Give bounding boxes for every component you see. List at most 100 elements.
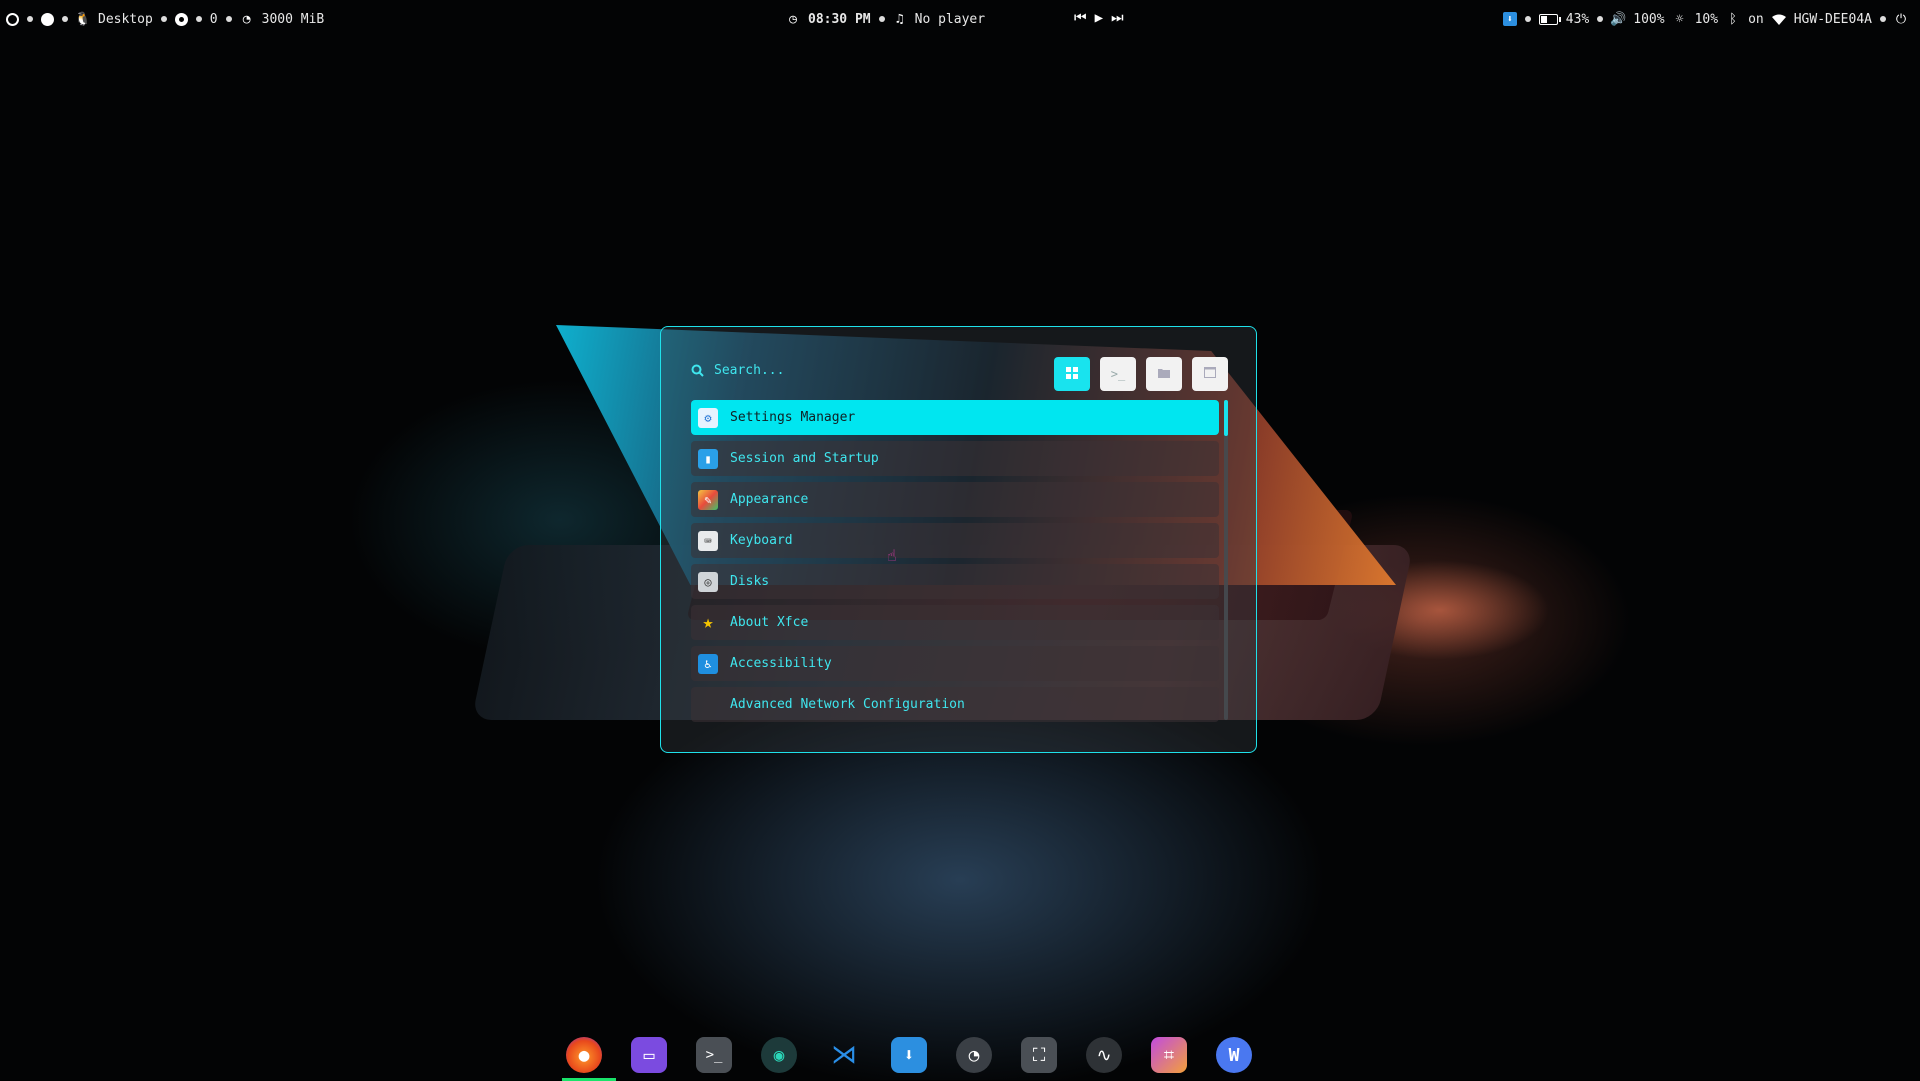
power-icon[interactable]: ⏻ [1894,12,1908,27]
battery-level: 43% [1565,11,1590,27]
list-item-accessibility[interactable]: ♿ Accessibility [691,646,1219,681]
grid-icon [1066,366,1078,382]
appearance-icon: ✎ [698,489,718,510]
dock-crop[interactable]: ⌗ [1145,1031,1193,1079]
separator-dot [27,16,33,22]
list-item-keyboard[interactable]: ⌨ Keyboard [691,523,1219,558]
list-item-appearance[interactable]: ✎ Appearance [691,482,1219,517]
accessibility-icon: ♿ [698,653,718,674]
star-icon: ★ [702,612,714,633]
record-icon: ◉ [761,1037,797,1073]
dock-firefox[interactable]: ● [560,1031,616,1081]
mode-switcher: >_ [1054,357,1228,391]
menu-icon[interactable] [6,12,19,26]
download-icon: ⬇ [891,1037,927,1073]
windows-mode-button[interactable] [1192,357,1228,391]
next-track-icon[interactable]: ⏭ [1111,10,1124,26]
list-item-label: Disks [730,574,770,589]
keyboard-icon: ⌨ [698,530,718,551]
dock-wps[interactable]: W [1210,1031,1258,1079]
dock: ● ▭ >_ ◉ ⋊ ⬇ ◔ ⛶ ∿ ⌗ W [560,1030,1258,1081]
screenshot-icon: ⛶ [1021,1037,1057,1073]
dock-vscode[interactable]: ⋊ [820,1031,868,1079]
waveform-icon: ∿ [1086,1037,1122,1073]
top-panel-center: ◷ 08:30 PM ♫ No player [786,10,985,28]
window-count: 0 [209,11,218,27]
volume-icon[interactable]: 🔊 [1610,12,1626,27]
list-item-label: About Xfce [730,615,809,630]
list-item-advanced-network[interactable]: Advanced Network Configuration [691,687,1219,722]
linux-icon: 🐧 [74,11,92,27]
files-mode-button[interactable] [1146,357,1182,391]
list-item-label: Advanced Network Configuration [730,697,965,712]
memory-icon: ◔ [242,11,251,27]
terminal-mode-button[interactable]: >_ [1100,357,1136,391]
firefox-icon: ● [566,1037,602,1073]
previous-track-icon[interactable]: ⏮ [1074,10,1087,26]
dock-audacity[interactable]: ∿ [1080,1031,1128,1079]
brightness-icon: ☼ [1675,11,1684,27]
mouse-pointer-icon: ☝ [887,546,897,565]
separator-dot [878,16,885,22]
separator-dot [160,16,167,22]
window-icon [174,12,188,26]
memory-usage: 3000 MiB [261,11,325,27]
network-name[interactable]: HGW-DEE04A [1794,12,1872,27]
session-icon: ▮ [698,448,718,469]
dock-files[interactable]: ▭ [625,1031,673,1079]
dock-screenshot[interactable]: ⛶ [1015,1031,1063,1079]
vscode-icon: ⋊ [831,1040,857,1070]
blank-icon [698,695,718,715]
top-panel-right: ⬇ 43% 🔊 100% ☼ 10% ᛒ on HGW-DEE04A ⏻ [1502,10,1908,28]
list-item-label: Keyboard [730,533,793,548]
terminal-icon: >_ [696,1037,732,1073]
battery-icon [1538,13,1561,25]
list-item-disks[interactable]: ◎ Disks [691,564,1219,599]
list-item-about-xfce[interactable]: ★ About Xfce [691,605,1219,640]
separator-dot [1524,16,1531,22]
list-scrollbar[interactable] [1224,400,1228,720]
app-list: ⚙ Settings Manager ▮ Session and Startup… [691,400,1219,728]
list-item-label: Settings Manager [730,410,856,425]
terminal-icon: >_ [1110,367,1126,381]
timer-icon: ◔ [956,1037,992,1073]
clock[interactable]: 08:30 PM [808,12,871,27]
separator-dot [225,16,232,22]
wifi-icon [1771,14,1786,25]
search-input[interactable] [712,362,966,379]
window-icon [1204,367,1216,381]
list-item-label: Appearance [730,492,809,507]
brightness-level[interactable]: 10% [1695,12,1718,27]
player-status: No player [914,11,986,27]
media-controls: ⏮ ▶ ⏭ [1074,10,1124,26]
separator-dot [1597,16,1604,22]
dock-timer[interactable]: ◔ [950,1031,998,1079]
disks-icon: ◎ [698,571,718,592]
workspace-label: Desktop [98,11,153,27]
music-icon: ♫ [895,11,904,27]
list-item-session-startup[interactable]: ▮ Session and Startup [691,441,1219,476]
list-item-label: Session and Startup [730,451,879,466]
clock-icon: ◷ [789,11,797,27]
list-item-settings-manager[interactable]: ⚙ Settings Manager [691,400,1219,435]
play-icon[interactable]: ▶ [1095,10,1103,26]
folder-icon [1158,367,1170,381]
bluetooth-status[interactable]: on [1748,12,1764,27]
dock-obs[interactable]: ◉ [755,1031,803,1079]
dock-terminal[interactable]: >_ [690,1031,738,1079]
bluetooth-icon: ᛒ [1729,11,1737,27]
grid-mode-button[interactable] [1054,357,1090,391]
crop-icon: ⌗ [1151,1037,1187,1073]
dock-downloader[interactable]: ⬇ [885,1031,933,1079]
download-tray-icon[interactable]: ⬇ [1502,12,1517,26]
separator-dot [1880,16,1886,22]
top-panel: 🐧 Desktop 0 ◔ 3000 MiB ◷ 08:30 PM ♫ No p… [0,0,1920,38]
folder-icon: ▭ [631,1037,667,1073]
separator-dot [62,16,68,22]
scrollbar-thumb[interactable] [1224,400,1228,436]
top-panel-left: 🐧 Desktop 0 ◔ 3000 MiB [6,10,324,28]
volume-level[interactable]: 100% [1633,12,1664,27]
settings-icon: ⚙ [698,407,718,428]
workspace-indicator-active[interactable] [41,12,54,26]
separator-dot [195,16,202,22]
